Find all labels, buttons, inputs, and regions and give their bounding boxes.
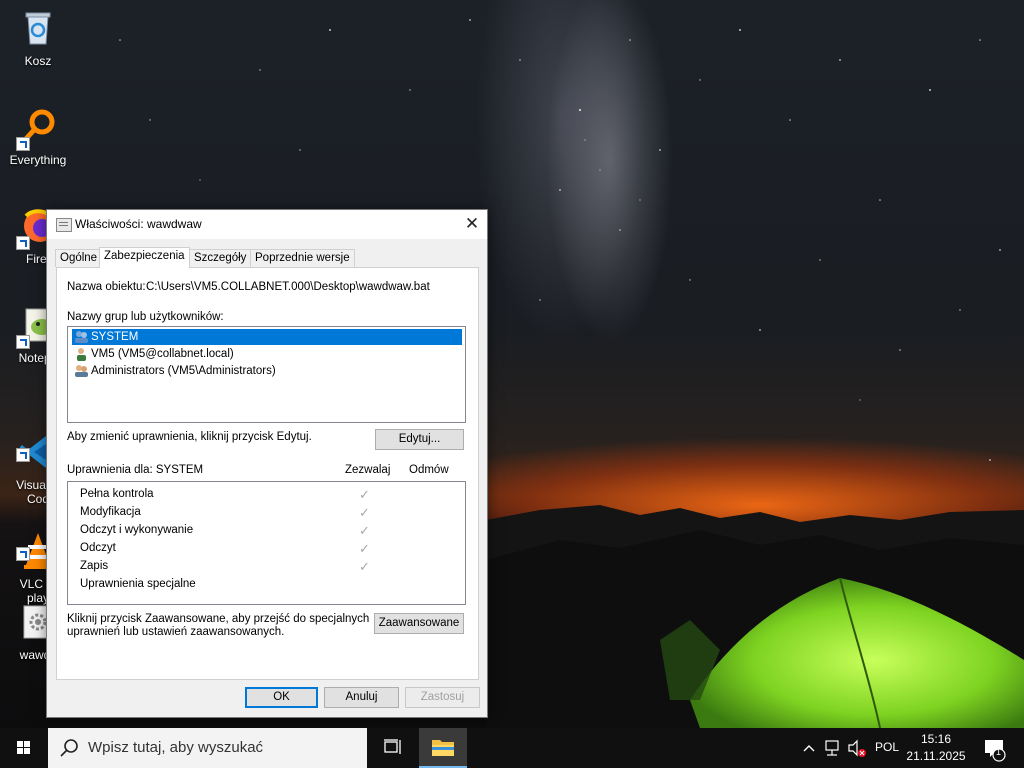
everything-search-icon xyxy=(16,107,58,151)
user-name: VM5 (VM5@collabnet.local) xyxy=(91,348,234,360)
recycle-bin-icon xyxy=(18,8,58,48)
tab-previous-versions[interactable]: Poprzednie wersje xyxy=(250,249,355,267)
user-group-icon xyxy=(75,365,88,377)
permissions-list: Pełna kontrola ✓ Modyfikacja ✓ Odczyt i … xyxy=(67,481,466,605)
permission-name: Zapis xyxy=(80,560,109,572)
volume-muted-icon xyxy=(848,739,866,757)
permission-name: Odczyt xyxy=(80,542,116,554)
edit-hint-text: Aby zmienić uprawnienia, kliknij przycis… xyxy=(67,431,312,443)
user-list-item-vm5[interactable]: VM5 (VM5@collabnet.local) xyxy=(72,346,234,362)
chevron-up-icon xyxy=(803,745,815,752)
allow-check-icon: ✓ xyxy=(359,487,370,502)
apply-button[interactable]: Zastosuj xyxy=(405,687,480,708)
edit-button[interactable]: Edytuj... xyxy=(375,429,464,450)
users-listbox[interactable]: SYSTEM VM5 (VM5@collabnet.local) Adminis… xyxy=(67,326,466,423)
network-icon xyxy=(825,740,839,756)
shortcut-arrow-icon xyxy=(16,448,30,462)
permission-row: Uprawnienia specjalne xyxy=(80,575,460,593)
start-button[interactable] xyxy=(0,728,48,768)
tab-details[interactable]: Szczegóły xyxy=(189,249,252,267)
user-group-icon xyxy=(75,331,88,343)
permission-row: Odczyt i wykonywanie ✓ xyxy=(80,521,460,539)
desktop-icon-label: Kosz xyxy=(24,54,52,68)
clock[interactable]: 15:16 21.11.2025 xyxy=(905,731,967,765)
allow-check-icon: ✓ xyxy=(359,505,370,520)
shortcut-arrow-icon xyxy=(16,547,30,561)
permission-name: Pełna kontrola xyxy=(80,488,154,500)
properties-dialog: Właściwości: wawdwaw ✕ Ogólne Zabezpiecz… xyxy=(46,209,488,718)
network-status-button[interactable] xyxy=(822,728,844,768)
windows-logo-icon xyxy=(17,741,30,754)
security-tab-panel: Nazwa obiektu: C:\Users\VM5.COLLABNET.00… xyxy=(56,267,479,680)
desktop-icon-label: Everything xyxy=(9,153,67,167)
advanced-button[interactable]: Zaawansowane xyxy=(374,613,464,634)
clock-time: 15:16 xyxy=(920,732,952,746)
action-center-button[interactable]: 1 xyxy=(980,728,1010,768)
user-icon xyxy=(77,348,86,361)
notification-badge: 1 xyxy=(996,747,1002,757)
permission-row: Modyfikacja ✓ xyxy=(80,503,460,521)
folder-icon xyxy=(432,740,454,756)
search-placeholder: Wpisz tutaj, aby wyszukać xyxy=(88,739,264,756)
shortcut-arrow-icon xyxy=(16,137,30,151)
permission-row: Pełna kontrola ✓ xyxy=(80,485,460,503)
search-icon xyxy=(60,739,78,757)
clock-date: 21.11.2025 xyxy=(906,749,966,763)
task-view-button[interactable] xyxy=(372,728,412,768)
advanced-hint-line1: Kliknij przycisk Zaawansowane, aby przej… xyxy=(67,613,370,625)
shortcut-arrow-icon xyxy=(16,236,30,250)
tab-general[interactable]: Ogólne xyxy=(55,249,103,267)
cancel-button[interactable]: Anuluj xyxy=(324,687,399,708)
object-name-label: Nazwa obiektu: xyxy=(67,281,146,293)
deny-column-header: Odmów xyxy=(409,464,449,476)
taskbar-search-box[interactable]: Wpisz tutaj, aby wyszukać xyxy=(48,728,367,768)
properties-icon xyxy=(56,218,72,232)
permission-name: Modyfikacja xyxy=(80,506,141,518)
desktop-icon-recycle-bin[interactable]: Kosz xyxy=(4,8,72,68)
allow-column-header: Zezwalaj xyxy=(345,464,391,476)
user-list-item-system[interactable]: SYSTEM xyxy=(72,329,462,345)
permission-row: Odczyt ✓ xyxy=(80,539,460,557)
allow-check-icon: ✓ xyxy=(359,523,370,538)
permission-name: Uprawnienia specjalne xyxy=(80,578,196,590)
volume-button[interactable] xyxy=(846,728,868,768)
desktop-icon-everything[interactable]: Everything xyxy=(4,107,72,167)
language-indicator[interactable]: POL xyxy=(875,740,899,754)
groups-label: Nazwy grup lub użytkowników: xyxy=(67,311,224,323)
object-name-value: C:\Users\VM5.COLLABNET.000\Desktop\wawdw… xyxy=(146,281,430,293)
advanced-hint-line2: uprawnień lub ustawień zaawansowanych. xyxy=(67,626,285,638)
shortcut-arrow-icon xyxy=(16,335,30,349)
dialog-titlebar[interactable]: Właściwości: wawdwaw ✕ xyxy=(47,210,487,239)
taskbar: Wpisz tutaj, aby wyszukać POL 15:16 21.1… xyxy=(0,728,1024,768)
permission-row: Zapis ✓ xyxy=(80,557,460,575)
permission-name: Odczyt i wykonywanie xyxy=(80,524,194,536)
notification-icon xyxy=(985,740,1006,762)
close-button[interactable]: ✕ xyxy=(457,210,487,239)
tab-security[interactable]: Zabezpieczenia xyxy=(99,247,190,268)
user-name: Administrators (VM5\Administrators) xyxy=(91,365,276,377)
dialog-title: Właściwości: wawdwaw xyxy=(75,217,202,231)
allow-check-icon: ✓ xyxy=(359,541,370,556)
user-name: SYSTEM xyxy=(91,331,139,343)
show-hidden-icons-button[interactable] xyxy=(800,728,818,768)
allow-check-icon: ✓ xyxy=(359,559,370,574)
task-view-icon xyxy=(384,739,401,754)
ok-button[interactable]: OK xyxy=(245,687,318,708)
taskbar-file-explorer[interactable] xyxy=(419,728,467,768)
user-list-item-administrators[interactable]: Administrators (VM5\Administrators) xyxy=(72,363,276,379)
permissions-for-label: Uprawnienia dla: SYSTEM xyxy=(67,464,204,476)
